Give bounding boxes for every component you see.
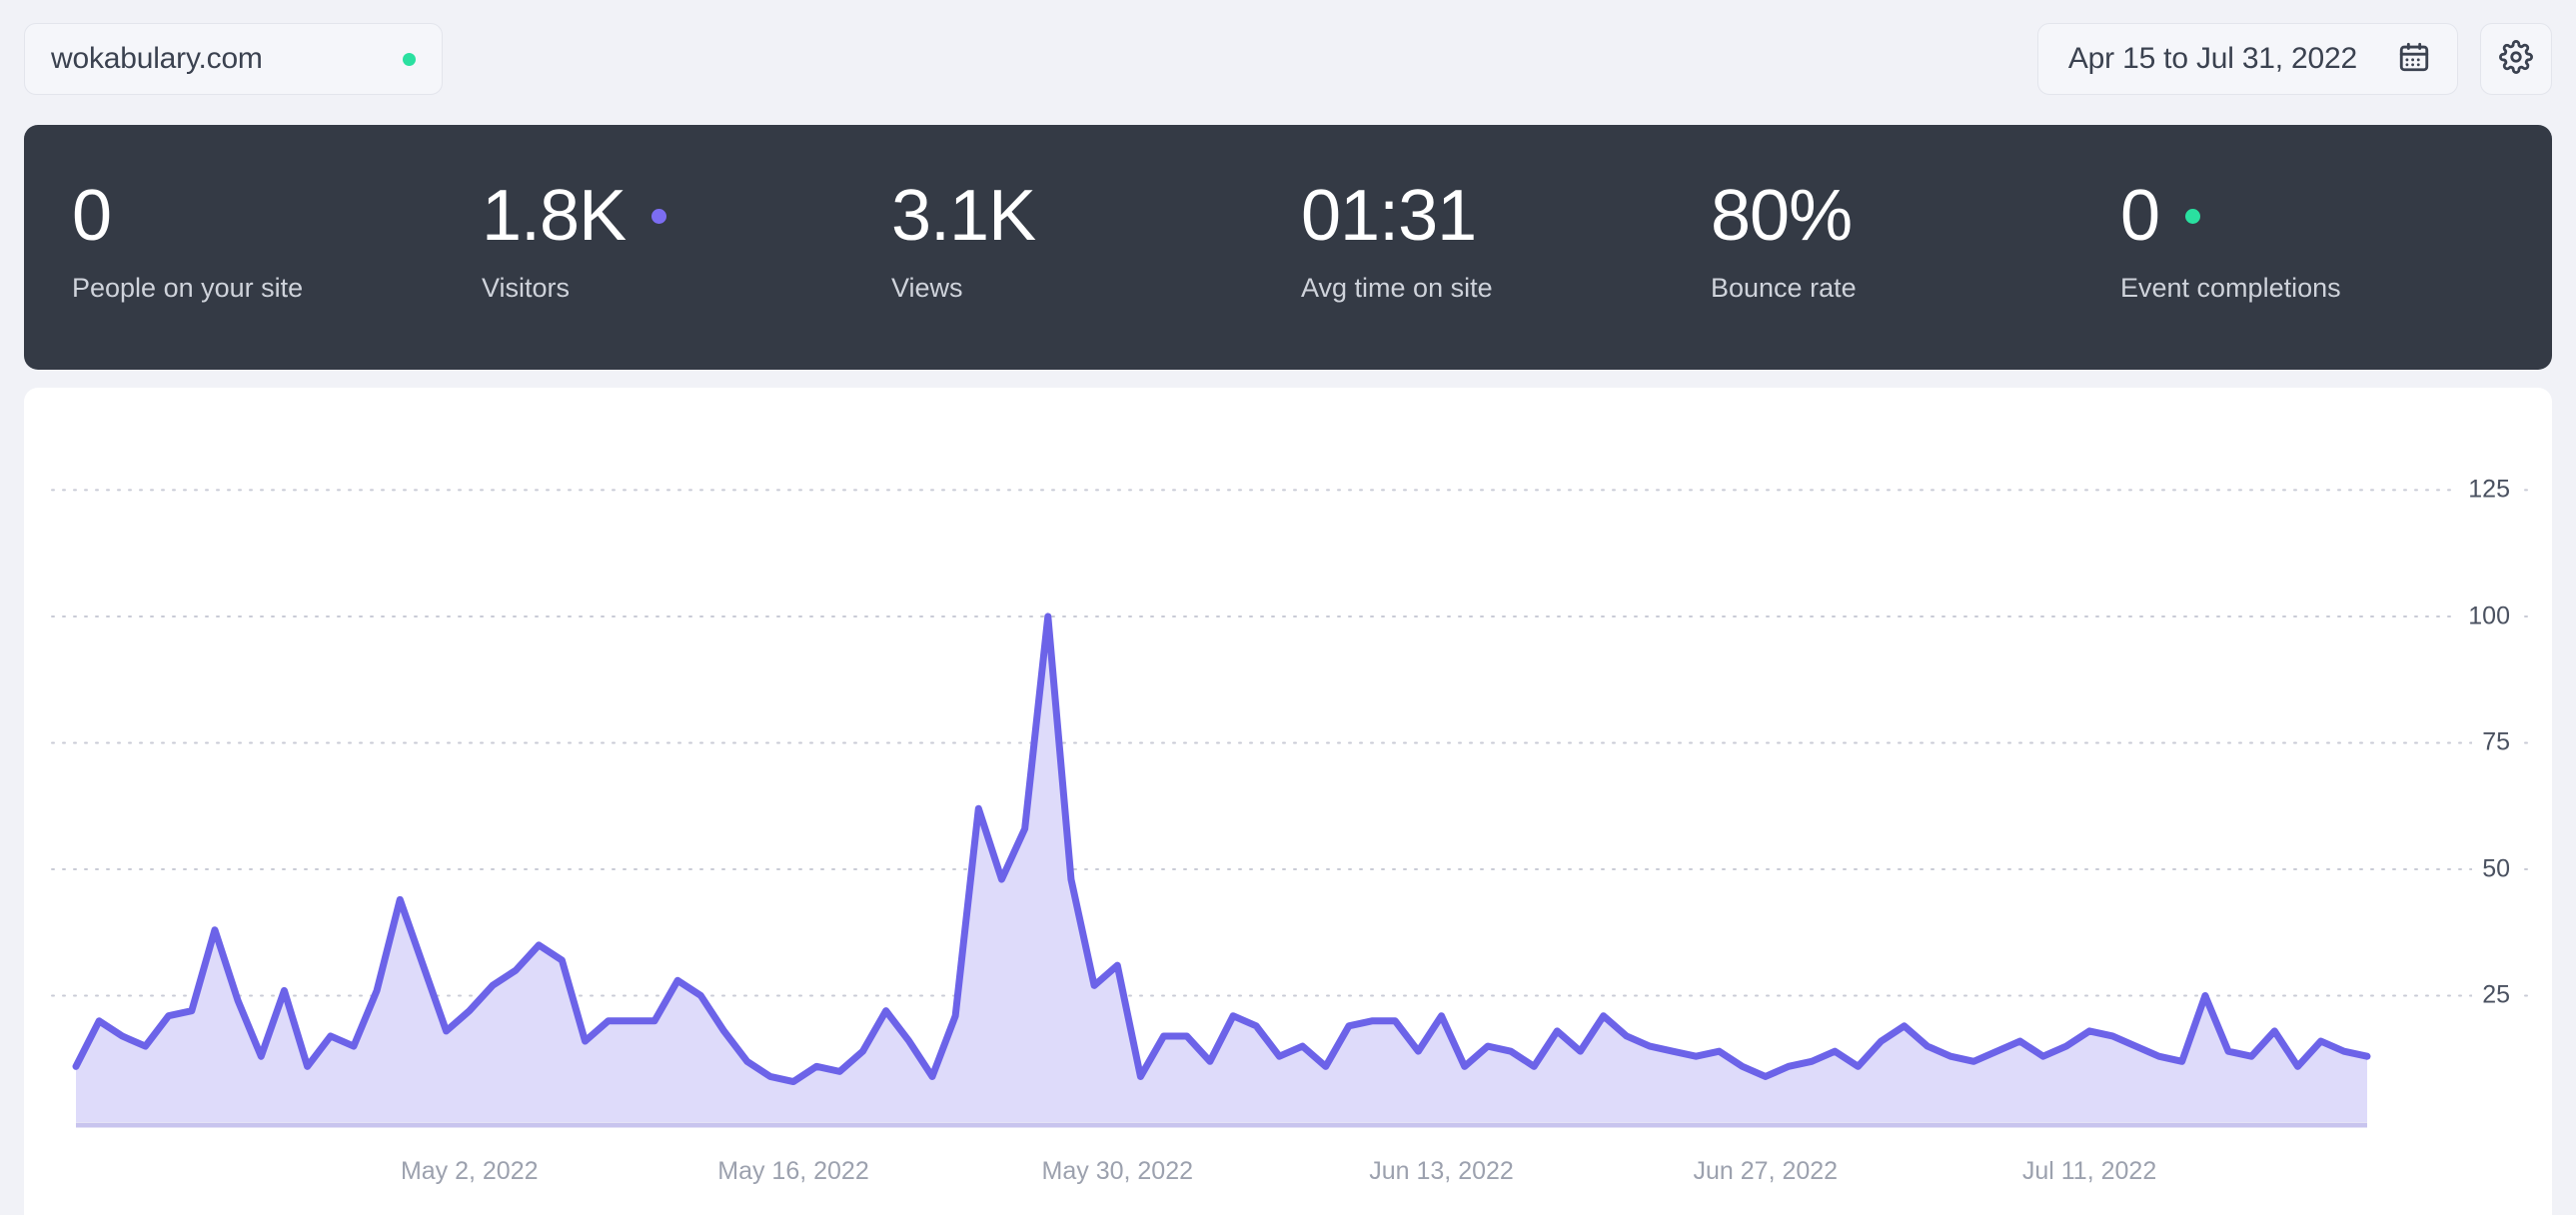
stat-label: Event completions <box>2120 273 2341 303</box>
calendar-icon <box>2397 40 2431 79</box>
top-bar: wokabulary.com Apr 15 to Jul 31, 2022 <box>0 0 2576 118</box>
stat-value-row: 1.8K <box>482 173 843 259</box>
stat-value-row: 01:31 <box>1301 173 1663 259</box>
visitors-area-chart[interactable]: 25 50 75 100 125 May 2, 2022 May 16, 2022 May 3… <box>24 388 2552 1199</box>
site-status-dot <box>402 52 416 66</box>
stat-value-row: 0 <box>2120 173 2482 259</box>
stat-value-row: 3.1K <box>891 173 1253 259</box>
visitors-chart-card: 25 50 75 100 125 May 2, 2022 May 16, 2022 May 3… <box>24 388 2552 1215</box>
dashboard-page: wokabulary.com Apr 15 to Jul 31, 2022 0 … <box>0 0 2576 1215</box>
stat-people-on-your-site[interactable]: 0 People on your site <box>24 173 434 304</box>
stat-visitors[interactable]: 1.8K Visitors <box>434 173 843 304</box>
stat-avg-time-on-site[interactable]: 01:31 Avg time on site <box>1253 173 1663 304</box>
event-completions-indicator-dot <box>2185 208 2201 224</box>
visitors-indicator-dot <box>651 208 667 224</box>
stat-value-row: 0 <box>72 173 434 259</box>
x-axis-tick-label: Jun 27, 2022 <box>1693 1157 1839 1185</box>
site-selector[interactable]: wokabulary.com <box>24 23 443 95</box>
stat-value: 0 <box>2120 176 2160 256</box>
gear-icon <box>2499 39 2533 79</box>
y-axis-tick-label: 125 <box>2458 475 2520 505</box>
stat-value: 01:31 <box>1301 176 1477 256</box>
date-range-picker[interactable]: Apr 15 to Jul 31, 2022 <box>2036 23 2458 95</box>
stat-event-completions[interactable]: 0 Event completions <box>2072 173 2482 304</box>
x-axis-tick-label: Jun 13, 2022 <box>1369 1157 1514 1185</box>
y-axis-tick-label: 50 <box>2472 854 2520 884</box>
stat-label: Avg time on site <box>1301 273 1493 303</box>
y-axis-tick-label: 25 <box>2472 980 2520 1010</box>
stat-value: 0 <box>72 176 112 256</box>
stat-value: 80% <box>1711 176 1853 256</box>
stat-bounce-rate[interactable]: 80% Bounce rate <box>1663 173 2072 304</box>
settings-button[interactable] <box>2480 23 2552 95</box>
top-bar-actions: Apr 15 to Jul 31, 2022 <box>2036 23 2552 95</box>
stat-label: Views <box>891 273 963 303</box>
chart-canvas <box>51 489 2533 1128</box>
stats-summary-bar: 0 People on your site 1.8K Visitors 3.1K… <box>24 125 2552 370</box>
date-range-label: Apr 15 to Jul 31, 2022 <box>2067 42 2357 75</box>
x-axis-tick-label: May 2, 2022 <box>400 1157 539 1185</box>
site-name: wokabulary.com <box>51 42 263 75</box>
stat-value: 1.8K <box>482 176 627 256</box>
stat-label: People on your site <box>72 273 304 303</box>
stat-label: Bounce rate <box>1711 273 1857 303</box>
stat-value-row: 80% <box>1711 173 2072 259</box>
x-axis-tick-label: Jul 11, 2022 <box>2021 1157 2157 1185</box>
stat-value: 3.1K <box>891 176 1036 256</box>
stat-label: Visitors <box>482 273 571 303</box>
x-axis-tick-label: May 16, 2022 <box>717 1157 869 1185</box>
y-axis-tick-label: 100 <box>2458 602 2520 631</box>
y-axis-tick-label: 75 <box>2472 727 2520 757</box>
x-axis-tick-label: May 30, 2022 <box>1041 1157 1194 1185</box>
stat-views[interactable]: 3.1K Views <box>843 173 1253 304</box>
